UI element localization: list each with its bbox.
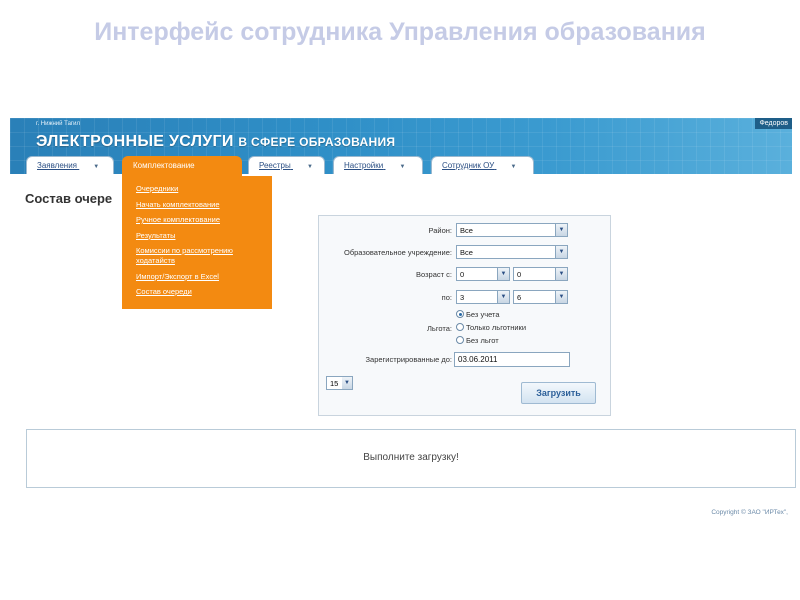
brand-logo-text: ЭЛЕКТРОННЫЕ УСЛУГИ В СФЕРЕ ОБРАЗОВАНИЯ (36, 133, 395, 151)
registered-before-label: Зарегистрированные до: (365, 355, 453, 364)
city-label: г. Нижний Тагил (36, 121, 80, 127)
age-from-months-value: 0 (517, 270, 522, 279)
age-from-years-select[interactable]: 0 ▼ (456, 267, 510, 281)
page-heading: Состав очере (25, 191, 113, 206)
chevron-down-icon: ▼ (555, 246, 567, 258)
chevron-down-icon: ▼ (510, 164, 517, 170)
chevron-down-icon: ▼ (497, 291, 509, 303)
tab-settings[interactable]: Настройки ▼ (333, 156, 423, 174)
radio-label: Без льгот (466, 336, 499, 345)
benefit-radio-group: Без учета Только льготники Без льгот (456, 309, 526, 348)
tab-label: Сотрудник ОУ (442, 161, 495, 170)
tab-institution-employee[interactable]: Сотрудник ОУ ▼ (431, 156, 534, 174)
chevron-down-icon: ▼ (306, 164, 313, 170)
age-to-months-value: 6 (517, 293, 522, 302)
tab-applications[interactable]: Заявления ▼ (26, 156, 114, 174)
radio-selected-icon (456, 310, 464, 318)
brand-sub: В СФЕРЕ ОБРАЗОВАНИЯ (238, 135, 396, 149)
page-size-select[interactable]: 15 ▼ (326, 376, 353, 390)
age-from-label: Возраст с: (416, 270, 452, 279)
empty-results-message: Выполните загрузку! (363, 452, 459, 463)
menu-item-results[interactable]: Результаты (136, 231, 258, 241)
district-select[interactable]: Все ▼ (456, 223, 568, 237)
user-name[interactable]: Федоров (755, 118, 792, 129)
chevron-down-icon: ▼ (497, 268, 509, 280)
age-to-months-select[interactable]: 6 ▼ (513, 290, 568, 304)
district-value: Все (460, 226, 473, 235)
menu-item-queue-composition[interactable]: Состав очереди (136, 287, 258, 297)
tab-registries[interactable]: Реестры ▼ (248, 156, 325, 174)
load-button[interactable]: Загрузить (521, 382, 596, 404)
benefit-option-only[interactable]: Только льготники (456, 322, 526, 333)
age-to-label: по: (441, 293, 452, 302)
age-to-years-select[interactable]: 3 ▼ (456, 290, 510, 304)
menu-item-commissions[interactable]: Комиссии по рассмотрению ходатайств (136, 246, 258, 266)
tab-label: Комплектование (133, 161, 195, 170)
slide-title: Интерфейс сотрудника Управления образова… (94, 18, 706, 46)
age-from-months-select[interactable]: 0 ▼ (513, 267, 568, 281)
staffing-dropdown-menu: Очередники Начать комплектование Ручное … (122, 176, 272, 309)
chevron-down-icon: ▼ (555, 268, 567, 280)
chevron-down-icon: ▼ (399, 164, 406, 170)
registered-before-input[interactable]: 03.06.2011 (454, 352, 570, 367)
page-size-value: 15 (330, 379, 339, 388)
benefit-option-none[interactable]: Без льгот (456, 335, 526, 346)
tab-staffing[interactable]: Комплектование (122, 156, 242, 176)
brand-main: ЭЛЕКТРОННЫЕ УСЛУГИ (36, 133, 234, 150)
age-to-years-value: 3 (460, 293, 465, 302)
chevron-down-icon: ▼ (555, 291, 567, 303)
district-label: Район: (428, 226, 452, 235)
radio-icon (456, 336, 464, 344)
filter-form: Район: Все ▼ Образовательное учреждение:… (318, 215, 611, 416)
tab-label: Заявления (37, 161, 78, 170)
radio-icon (456, 323, 464, 331)
radio-label: Только льготники (466, 323, 527, 332)
menu-item-start-staffing[interactable]: Начать комплектование (136, 200, 258, 210)
tab-label: Реестры (259, 161, 291, 170)
benefit-label: Льгота: (426, 324, 452, 333)
radio-label: Без учета (466, 310, 500, 319)
chevron-down-icon: ▼ (342, 377, 352, 389)
menu-item-manual-staffing[interactable]: Ручное комплектование (136, 215, 258, 225)
copyright: Copyright © ЗАО "ИРТех", (711, 509, 788, 516)
chevron-down-icon: ▼ (93, 164, 100, 170)
benefit-option-any[interactable]: Без учета (456, 309, 526, 320)
institution-label: Образовательное учреждение: (343, 248, 452, 257)
menu-item-queue-members[interactable]: Очередники (136, 184, 258, 194)
institution-value: Все (460, 248, 473, 257)
menu-item-import-export[interactable]: Импорт/Экспорт в Excel (136, 272, 258, 282)
age-from-years-value: 0 (460, 270, 465, 279)
chevron-down-icon: ▼ (555, 224, 567, 236)
results-panel: Выполните загрузку! (26, 429, 796, 488)
institution-select[interactable]: Все ▼ (456, 245, 568, 259)
tab-label: Настройки (344, 161, 384, 170)
